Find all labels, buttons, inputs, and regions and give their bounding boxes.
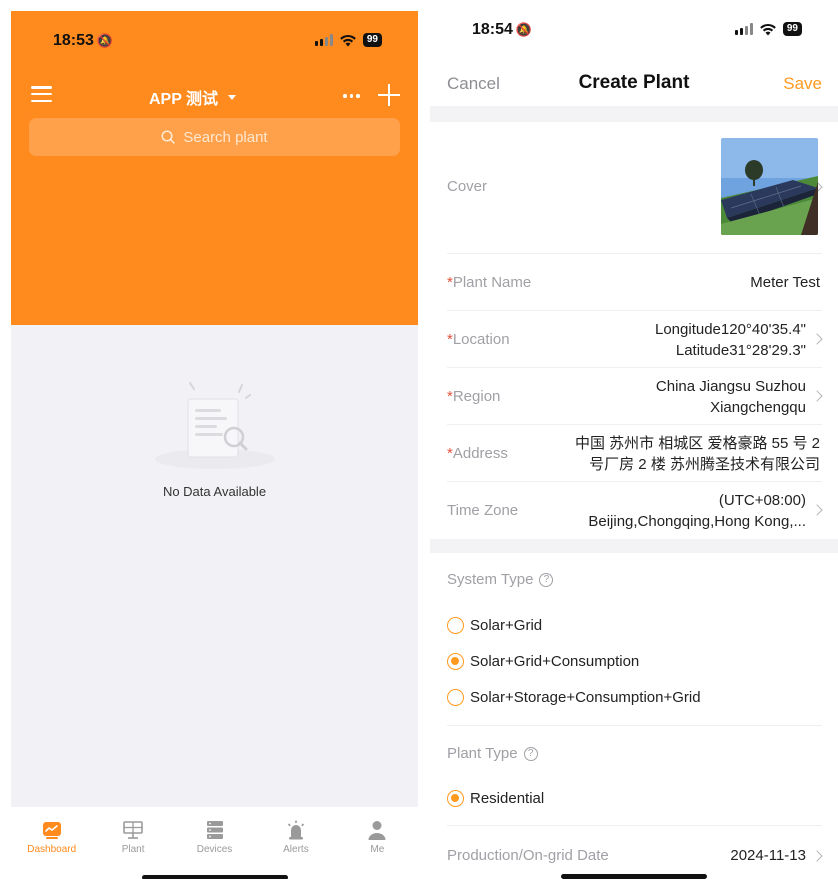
tab-me[interactable]: Me xyxy=(337,807,418,879)
wifi-icon xyxy=(760,23,776,35)
radio-label: Solar+Grid+Consumption xyxy=(470,653,640,670)
empty-document-icon xyxy=(154,382,275,469)
search-placeholder: Search plant xyxy=(183,128,268,146)
time-zone-line-1: (UTC+08:00) xyxy=(718,492,806,509)
search-icon xyxy=(161,130,176,144)
tab-plant[interactable]: Plant xyxy=(92,807,173,879)
address-line-2: 号厂房 2 楼 苏州腾圣技术有限公司 xyxy=(589,456,820,473)
cover-label: Cover xyxy=(447,178,488,195)
address-input[interactable]: 中国 苏州市 相城区 爱格豪路 55 号 2 号厂房 2 楼 苏州腾圣技术有限公… xyxy=(575,433,820,475)
alerts-icon xyxy=(287,820,304,840)
time-zone-row[interactable]: Time Zone (UTC+08:00) Beijing,Chongqing,… xyxy=(447,482,823,539)
tab-alerts[interactable]: Alerts xyxy=(255,807,336,879)
silent-bell-icon: 🔕 xyxy=(96,33,114,48)
location-row[interactable]: *Location Longitude120°40'35.4" Latitude… xyxy=(447,311,823,368)
chevron-right-icon xyxy=(811,390,823,402)
devices-icon xyxy=(206,821,223,839)
system-type-label: System Type ? xyxy=(447,571,554,588)
page-title: Create Plant xyxy=(578,72,690,93)
empty-state: No Data Available xyxy=(11,371,418,499)
radio-label: Solar+Grid xyxy=(470,617,543,634)
more-icon[interactable] xyxy=(343,94,360,98)
plant-group-title: APP 测试 xyxy=(149,91,219,108)
plant-name-label: *Plant Name xyxy=(447,274,532,291)
cover-image[interactable] xyxy=(721,138,818,235)
me-icon xyxy=(368,821,386,840)
address-row[interactable]: *Address 中国 苏州市 相城区 爱格豪路 55 号 2 号厂房 2 楼 … xyxy=(447,425,822,482)
add-plant-icon[interactable] xyxy=(378,84,400,106)
dashboard-icon xyxy=(42,822,61,839)
address-line-1: 中国 苏州市 相城区 爱格豪路 55 号 2 xyxy=(574,435,820,452)
production-date-row[interactable]: Production/On-grid Date 2024-11-13 xyxy=(447,826,823,879)
wifi-icon xyxy=(340,34,356,46)
system-type-option-solar-grid[interactable]: Solar+Grid xyxy=(447,617,542,634)
production-date-label: Production/On-grid Date xyxy=(447,847,609,864)
tab-label: Alerts xyxy=(283,844,309,855)
system-type-option-solar-grid-consumption[interactable]: Solar+Grid+Consumption xyxy=(447,653,639,670)
time-zone-value: (UTC+08:00) Beijing,Chongqing,Hong Kong,… xyxy=(588,490,806,532)
time-zone-line-2: Beijing,Chongqing,Hong Kong,... xyxy=(588,513,806,530)
chevron-right-icon xyxy=(811,504,823,516)
plant-name-row[interactable]: *Plant Name Meter Test xyxy=(447,254,822,311)
battery-indicator: 99 xyxy=(362,33,382,47)
help-icon[interactable]: ? xyxy=(539,572,554,587)
save-button[interactable]: Save xyxy=(783,74,822,94)
cellular-signal-icon xyxy=(734,23,753,35)
chevron-right-icon xyxy=(811,850,823,862)
chevron-right-icon xyxy=(811,333,823,345)
location-label: *Location xyxy=(447,331,510,348)
region-row[interactable]: *Region China Jiangsu Suzhou Xiangchengq… xyxy=(447,368,823,425)
section-divider xyxy=(430,106,838,122)
plant-icon xyxy=(123,821,143,839)
cellular-signal-icon xyxy=(314,34,333,46)
section-divider xyxy=(430,539,838,553)
time-zone-label: Time Zone xyxy=(447,502,519,519)
tab-label: Devices xyxy=(196,844,233,855)
section-separator xyxy=(447,700,822,726)
radio-button[interactable] xyxy=(447,617,464,634)
plant-type-label: Plant Type ? xyxy=(447,745,538,762)
menu-icon[interactable] xyxy=(31,86,52,102)
longitude-value: Longitude120°40'35.4" xyxy=(655,321,806,338)
status-time: 18:53 🔕 xyxy=(53,32,114,49)
home-indicator xyxy=(561,874,707,879)
location-value: Longitude120°40'35.4" Latitude31°28'29.3… xyxy=(655,319,806,361)
screenshot-stage: 18:53 🔕 99 APP 测试 Search plant No Data A… xyxy=(0,0,838,879)
home-indicator xyxy=(142,875,288,879)
help-icon[interactable]: ? xyxy=(523,746,538,761)
tab-label: Dashboard xyxy=(27,844,77,855)
tab-devices[interactable]: Devices xyxy=(174,807,255,879)
silent-bell-icon: 🔕 xyxy=(515,22,533,37)
tab-dashboard[interactable]: Dashboard xyxy=(11,807,92,879)
tab-bar: Dashboard Plant Devices Alerts Me xyxy=(11,807,418,879)
region-line-1: China Jiangsu Suzhou xyxy=(655,378,806,395)
status-time: 18:54 🔕 xyxy=(472,21,533,38)
battery-indicator: 99 xyxy=(782,22,802,36)
solar-farm-image xyxy=(721,138,818,235)
caret-down-icon xyxy=(228,94,237,100)
status-icons: 99 xyxy=(314,33,382,47)
create-plant-screen: 18:54 🔕 99 Cancel Create Plant Save Cover xyxy=(430,0,838,879)
dashboard-header xyxy=(11,11,418,325)
dashboard-screen: 18:53 🔕 99 APP 测试 Search plant No Data A… xyxy=(11,11,418,879)
region-line-2: Xiangchengqu xyxy=(710,399,806,416)
production-date-value: 2024-11-13 xyxy=(730,847,806,864)
status-icons: 99 xyxy=(734,22,802,36)
region-value: China Jiangsu Suzhou Xiangchengqu xyxy=(656,376,806,418)
plant-group-selector[interactable]: APP 测试 xyxy=(149,85,237,109)
section-separator xyxy=(447,800,822,826)
search-input[interactable]: Search plant xyxy=(29,118,400,156)
address-label: *Address xyxy=(447,445,508,462)
plant-name-input[interactable]: Meter Test xyxy=(750,272,820,293)
radio-button-selected[interactable] xyxy=(447,653,464,670)
latitude-value: Latitude31°28'29.3" xyxy=(675,342,806,359)
tab-label: Me xyxy=(370,844,385,855)
region-label: *Region xyxy=(447,388,501,405)
empty-message: No Data Available xyxy=(162,484,267,499)
tab-label: Plant xyxy=(121,844,145,855)
